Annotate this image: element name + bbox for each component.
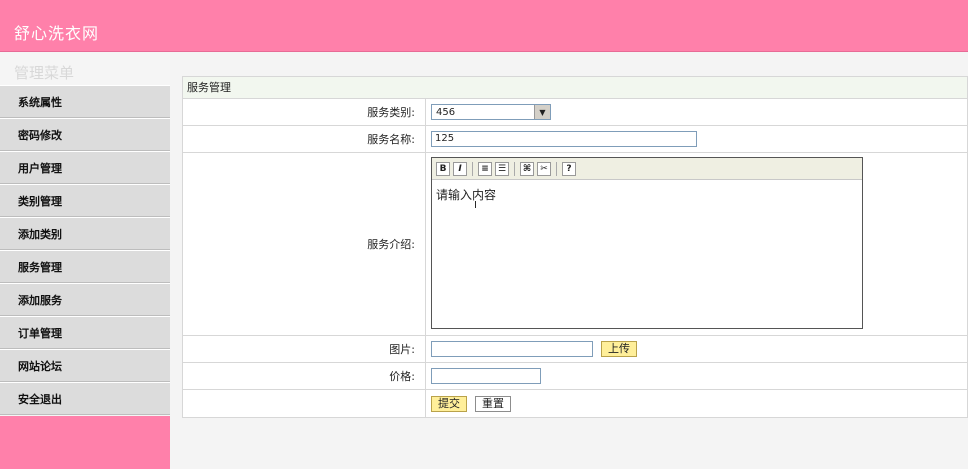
reset-button[interactable]: 重置: [475, 395, 511, 412]
service-management-panel: 服务管理 服务类别: 456 ▼ 服务名称: 125 服务介绍: B I ≡ ☰: [182, 76, 968, 418]
price-label: 价格:: [183, 363, 426, 389]
category-row: 服务类别: 456 ▼: [183, 99, 967, 126]
name-field: 125: [426, 126, 967, 152]
sidebar-item-order-management[interactable]: 订单管理: [0, 316, 170, 349]
upload-button[interactable]: 上传: [601, 341, 637, 357]
sidebar-menu: 系统属性 密码修改 用户管理 类别管理 添加类别 服务管理 添加服务 订单管理 …: [0, 85, 170, 415]
sidebar-item-logout[interactable]: 安全退出: [0, 382, 170, 415]
price-input[interactable]: [431, 368, 541, 384]
sidebar-item-password-change[interactable]: 密码修改: [0, 118, 170, 151]
sidebar-item-user-management[interactable]: 用户管理: [0, 151, 170, 184]
category-select[interactable]: 456 ▼: [431, 104, 551, 120]
intro-row: 服务介绍: B I ≡ ☰ ⌘ ✂ ? 请输入内容 I: [183, 153, 967, 336]
bold-icon[interactable]: B: [436, 161, 450, 176]
submit-button[interactable]: 提交: [431, 395, 467, 412]
name-row: 服务名称: 125: [183, 126, 967, 153]
unlink-icon[interactable]: ✂: [537, 161, 551, 176]
editor-toolbar: B I ≡ ☰ ⌘ ✂ ?: [432, 158, 862, 180]
help-icon[interactable]: ?: [562, 161, 576, 176]
text-cursor-icon: I: [474, 200, 477, 211]
image-field: 上传: [426, 336, 967, 362]
sidebar-item-add-category[interactable]: 添加类别: [0, 217, 170, 250]
actions-label: [183, 390, 426, 417]
image-path-input[interactable]: [431, 341, 593, 357]
actions-row: 提交 重置: [183, 390, 967, 417]
ordered-list-icon[interactable]: ≡: [478, 161, 492, 176]
sidebar-item-forum[interactable]: 网站论坛: [0, 349, 170, 382]
toolbar-separator: [472, 161, 473, 176]
app-header: 舒心洗衣网: [0, 0, 968, 52]
dropdown-arrow-icon[interactable]: ▼: [534, 105, 550, 119]
sidebar-item-service-management[interactable]: 服务管理: [0, 250, 170, 283]
rich-text-editor[interactable]: B I ≡ ☰ ⌘ ✂ ? 请输入内容 I: [431, 157, 863, 329]
intro-label: 服务介绍:: [183, 153, 426, 335]
italic-icon[interactable]: I: [453, 161, 467, 176]
actions-field: 提交 重置: [426, 390, 967, 417]
service-name-input[interactable]: 125: [431, 131, 697, 147]
sidebar: 管理菜单 系统属性 密码修改 用户管理 类别管理 添加类别 服务管理 添加服务 …: [0, 52, 170, 469]
editor-content[interactable]: 请输入内容: [436, 186, 496, 203]
intro-field: B I ≡ ☰ ⌘ ✂ ? 请输入内容 I: [426, 153, 967, 335]
app-title: 舒心洗衣网: [14, 24, 100, 43]
unordered-list-icon[interactable]: ☰: [495, 161, 509, 176]
sidebar-item-add-service[interactable]: 添加服务: [0, 283, 170, 316]
sidebar-heading: 管理菜单: [14, 64, 75, 82]
image-label: 图片:: [183, 336, 426, 362]
name-label: 服务名称:: [183, 126, 426, 152]
category-label: 服务类别:: [183, 99, 426, 125]
sidebar-item-category-management[interactable]: 类别管理: [0, 184, 170, 217]
price-row: 价格:: [183, 363, 967, 390]
link-icon[interactable]: ⌘: [520, 161, 534, 176]
category-select-value: 456: [436, 106, 456, 118]
price-field: [426, 363, 967, 389]
panel-title: 服务管理: [183, 77, 967, 99]
toolbar-separator: [556, 161, 557, 176]
image-row: 图片: 上传: [183, 336, 967, 363]
toolbar-separator: [514, 161, 515, 176]
category-field: 456 ▼: [426, 99, 967, 125]
sidebar-item-system-properties[interactable]: 系统属性: [0, 85, 170, 118]
sidebar-footer-block: [0, 416, 170, 469]
